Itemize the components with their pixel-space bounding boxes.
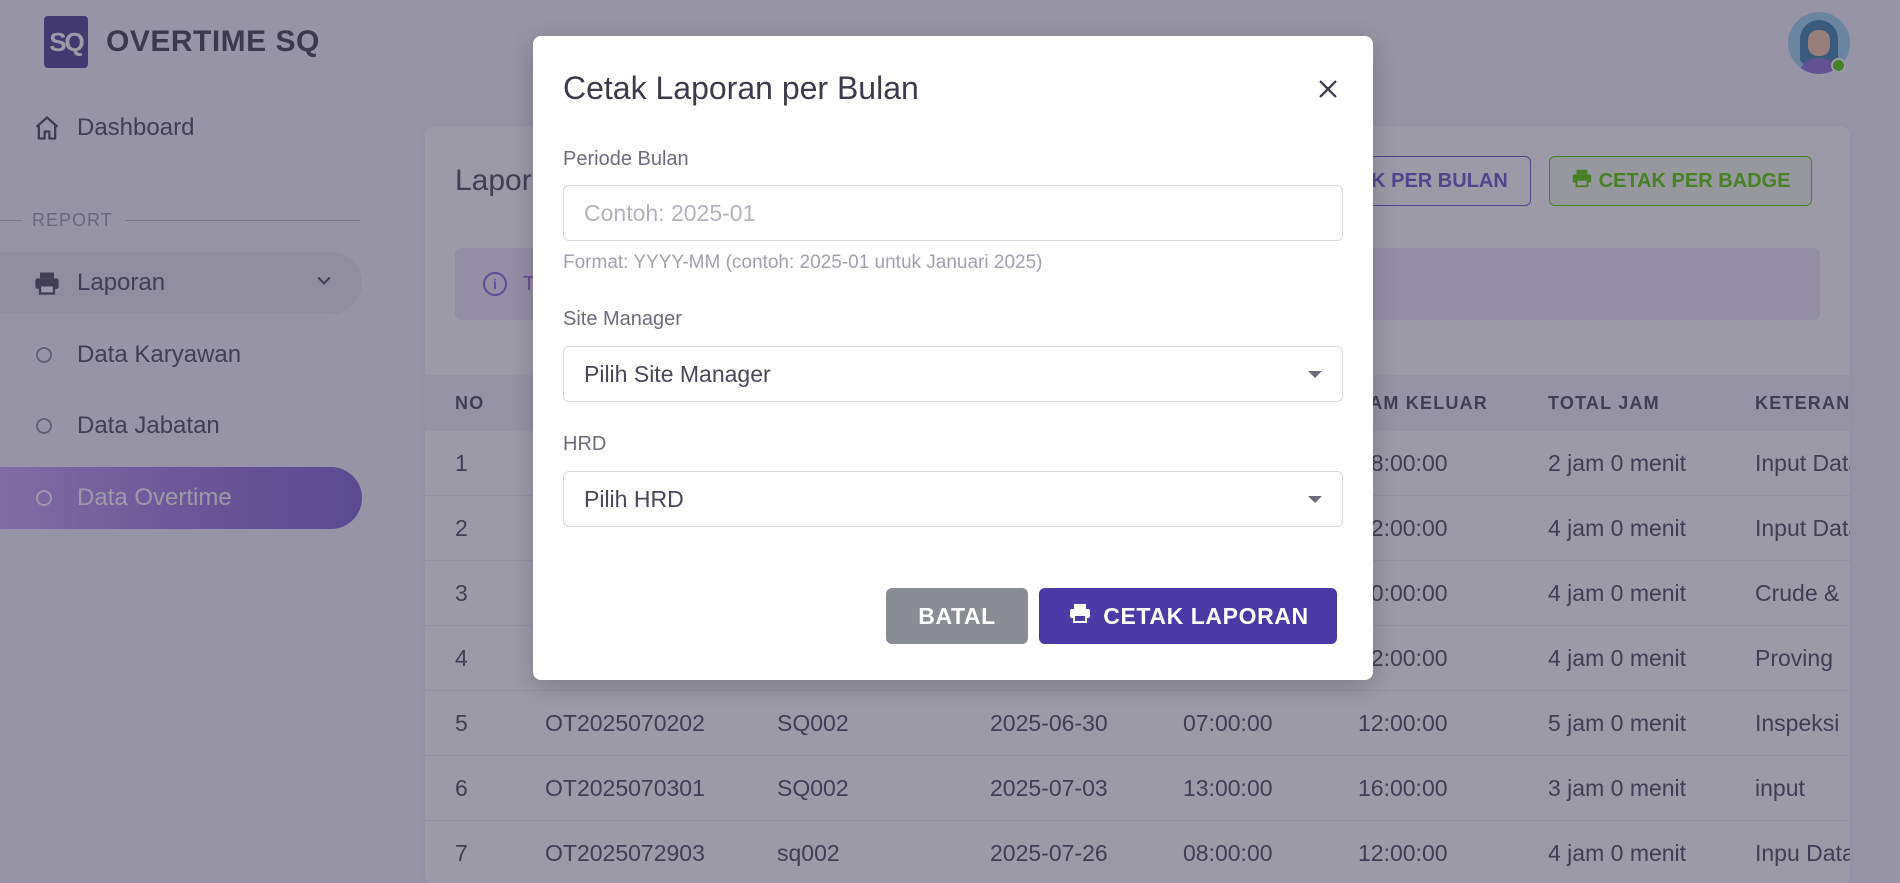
select-value: Pilih Site Manager [584, 360, 771, 387]
periode-label: Periode Bulan [563, 148, 689, 170]
hrd-select[interactable]: Pilih HRD [563, 471, 1343, 527]
printer-icon [1067, 601, 1093, 631]
button-label: CETAK LAPORAN [1103, 602, 1309, 629]
hrd-label: HRD [563, 433, 607, 455]
close-icon[interactable] [1313, 74, 1343, 104]
caret-down-icon [1308, 496, 1322, 503]
button-label: BATAL [918, 602, 996, 629]
caret-down-icon [1308, 371, 1322, 378]
site-manager-select[interactable]: Pilih Site Manager [563, 346, 1343, 402]
select-value: Pilih HRD [584, 485, 684, 512]
modal-title: Cetak Laporan per Bulan [563, 70, 919, 106]
cancel-button[interactable]: BATAL [886, 588, 1028, 644]
periode-hint: Format: YYYY-MM (contoh: 2025-01 untuk J… [563, 252, 1043, 273]
site-manager-label: Site Manager [563, 308, 682, 330]
print-report-modal: Cetak Laporan per Bulan Periode Bulan Fo… [533, 36, 1373, 680]
print-report-button[interactable]: CETAK LAPORAN [1039, 588, 1337, 644]
periode-input[interactable] [563, 185, 1343, 241]
